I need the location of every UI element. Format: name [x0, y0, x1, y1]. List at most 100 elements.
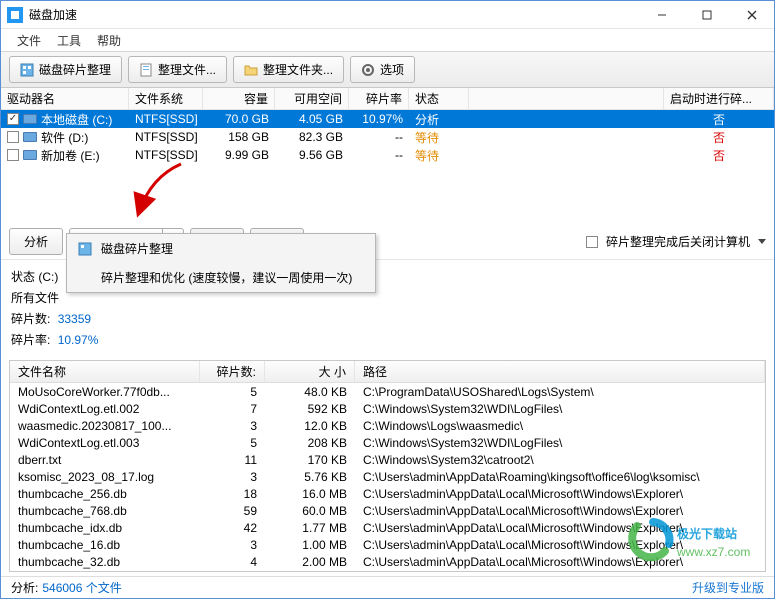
filecol-path[interactable]: 路径 [355, 361, 765, 382]
file-path: C:\Windows\Logs\waasmedic\ [355, 419, 765, 433]
file-name: MoUsoCoreWorker.77f0db... [10, 385, 200, 399]
col-status[interactable]: 状态 [409, 88, 469, 109]
file-frag: 18 [200, 487, 265, 501]
toolbar-defrag-folders-label: 整理文件夹... [263, 61, 333, 78]
file-name: ksomisc_2023_08_17.log [10, 470, 200, 484]
file-row[interactable]: thumbcache_idx.db421.77 MBC:\Users\admin… [10, 519, 765, 536]
file-row[interactable]: MoUsoCoreWorker.77f0db...548.0 KBC:\Prog… [10, 383, 765, 400]
col-spacer [469, 88, 664, 109]
file-frag: 7 [200, 402, 265, 416]
fragrate-row: 碎片率: 10.97% [11, 331, 764, 348]
close-button[interactable] [729, 1, 774, 29]
drive-frag: 10.97% [349, 110, 409, 128]
drive-free: 82.3 GB [275, 128, 349, 146]
drive-boot: 否 [664, 146, 774, 164]
file-name: thumbcache_768.db [10, 504, 200, 518]
menu-tools[interactable]: 工具 [49, 30, 89, 51]
file-row[interactable]: waasmedic.20230817_100...312.0 KBC:\Wind… [10, 417, 765, 434]
file-frag: 11 [200, 453, 265, 467]
col-filesystem[interactable]: 文件系统 [129, 88, 203, 109]
analyze-button[interactable]: 分析 [9, 228, 63, 255]
drive-cap: 158 GB [203, 128, 275, 146]
file-row[interactable]: WdiContextLog.etl.0027592 KBC:\Windows\S… [10, 400, 765, 417]
toolbar-options-label: 选项 [380, 61, 404, 78]
statusbar: 分析: 546006 个文件 升级到专业版 [1, 576, 774, 598]
toolbar-defrag-files-label: 整理文件... [158, 61, 216, 78]
file-frag: 5 [200, 436, 265, 450]
drive-name: 软件 (D:) [41, 129, 88, 146]
file-frag: 3 [200, 419, 265, 433]
dropdown-item-optimize[interactable]: 碎片整理和优化 (速度较慢，建议一周使用一次) [67, 263, 375, 292]
col-fragrate[interactable]: 碎片率 [349, 88, 409, 109]
chevron-down-icon[interactable] [758, 239, 766, 244]
filecol-frag[interactable]: 碎片数: [200, 361, 265, 382]
file-path: C:\ProgramData\USOShared\Logs\System\ [355, 385, 765, 399]
drive-frag: -- [349, 128, 409, 146]
toolbar-defrag-button[interactable]: 磁盘碎片整理 [9, 56, 122, 83]
drive-row[interactable]: 软件 (D:)NTFS[SSD]158 GB82.3 GB--等待否 [1, 128, 774, 146]
file-frag: 4 [200, 555, 265, 569]
file-row[interactable]: dberr.txt11170 KBC:\Windows\System32\cat… [10, 451, 765, 468]
file-list-panel: 文件名称 碎片数: 大 小 路径 MoUsoCoreWorker.77f0db.… [9, 360, 766, 572]
menu-help[interactable]: 帮助 [89, 30, 129, 51]
col-drive-name[interactable]: 驱动器名 [1, 88, 129, 109]
file-row[interactable]: thumbcache_32.db42.00 MBC:\Users\admin\A… [10, 553, 765, 570]
file-frag: 3 [200, 470, 265, 484]
file-header: 文件名称 碎片数: 大 小 路径 [10, 361, 765, 383]
file-path: C:\Users\admin\AppData\Local\Microsoft\W… [355, 538, 765, 552]
drive-checkbox[interactable] [7, 131, 19, 143]
filecol-name[interactable]: 文件名称 [10, 361, 200, 382]
annotation-arrow [111, 162, 191, 222]
file-size: 48.0 KB [265, 385, 355, 399]
drive-checkbox[interactable] [7, 149, 19, 161]
toolbar-defrag-folders-button[interactable]: 整理文件夹... [233, 56, 344, 83]
spacer-area [1, 164, 774, 224]
maximize-button[interactable] [684, 1, 729, 29]
file-name: WdiContextLog.etl.002 [10, 402, 200, 416]
drive-row[interactable]: 本地磁盘 (C:)NTFS[SSD]70.0 GB4.05 GB10.97%分析… [1, 110, 774, 128]
file-name: WdiContextLog.etl.003 [10, 436, 200, 450]
menubar: 文件 工具 帮助 [1, 29, 774, 51]
drive-cap: 9.99 GB [203, 146, 275, 164]
status-left-label: 分析: [11, 579, 38, 596]
status-left-text: 546006 个文件 [42, 579, 121, 596]
minimize-button[interactable] [639, 1, 684, 29]
app-icon [7, 7, 23, 23]
file-size: 592 KB [265, 402, 355, 416]
drive-status: 等待 [409, 146, 469, 164]
window-title: 磁盘加速 [29, 6, 639, 23]
file-list-body[interactable]: MoUsoCoreWorker.77f0db... 5 48.0 KBC:\Prog… [10, 383, 765, 571]
filecol-size[interactable]: 大 小 [265, 361, 355, 382]
file-frag: 42 [200, 521, 265, 535]
dropdown-item-defrag[interactable]: 磁盘碎片整理 [67, 234, 375, 263]
file-name: thumbcache_32.db [10, 555, 200, 569]
col-capacity[interactable]: 容量 [203, 88, 275, 109]
file-path: C:\Windows\System32\catroot2\ [355, 453, 765, 467]
toolbar: 磁盘碎片整理 整理文件... 整理文件夹... 选项 [1, 51, 774, 88]
toolbar-defrag-files-button[interactable]: 整理文件... [128, 56, 227, 83]
upgrade-link[interactable]: 升级到专业版 [692, 579, 764, 596]
drive-fs: NTFS[SSD] [129, 128, 203, 146]
menu-file[interactable]: 文件 [9, 30, 49, 51]
drive-boot: 否 [664, 128, 774, 146]
drive-checkbox[interactable] [7, 113, 19, 125]
shutdown-checkbox[interactable] [586, 236, 598, 248]
col-free[interactable]: 可用空间 [275, 88, 349, 109]
file-row[interactable]: thumbcache_256.db1816.0 MBC:\Users\admin… [10, 485, 765, 502]
file-row[interactable]: thumbcache_768.db5960.0 MBC:\Users\admin… [10, 502, 765, 519]
col-boot[interactable]: 启动时进行碎... [664, 88, 774, 109]
file-name: dberr.txt [10, 453, 200, 467]
file-row[interactable]: thumbcache_16.db31.00 MBC:\Users\admin\A… [10, 536, 765, 553]
drive-name: 新加卷 (E:) [41, 147, 100, 164]
file-row[interactable]: WdiContextLog.etl.0035208 KBC:\Windows\S… [10, 434, 765, 451]
file-name: thumbcache_256.db [10, 487, 200, 501]
fragcount-row: 碎片数: 33359 [11, 310, 764, 327]
drive-frag: -- [349, 146, 409, 164]
file-size: 170 KB [265, 453, 355, 467]
file-size: 12.0 KB [265, 419, 355, 433]
drive-cap: 70.0 GB [203, 110, 275, 128]
toolbar-options-button[interactable]: 选项 [350, 56, 415, 83]
file-row[interactable]: ksomisc_2023_08_17.log35.76 KBC:\Users\a… [10, 468, 765, 485]
folder-icon [244, 63, 258, 77]
drive-free: 4.05 GB [275, 110, 349, 128]
